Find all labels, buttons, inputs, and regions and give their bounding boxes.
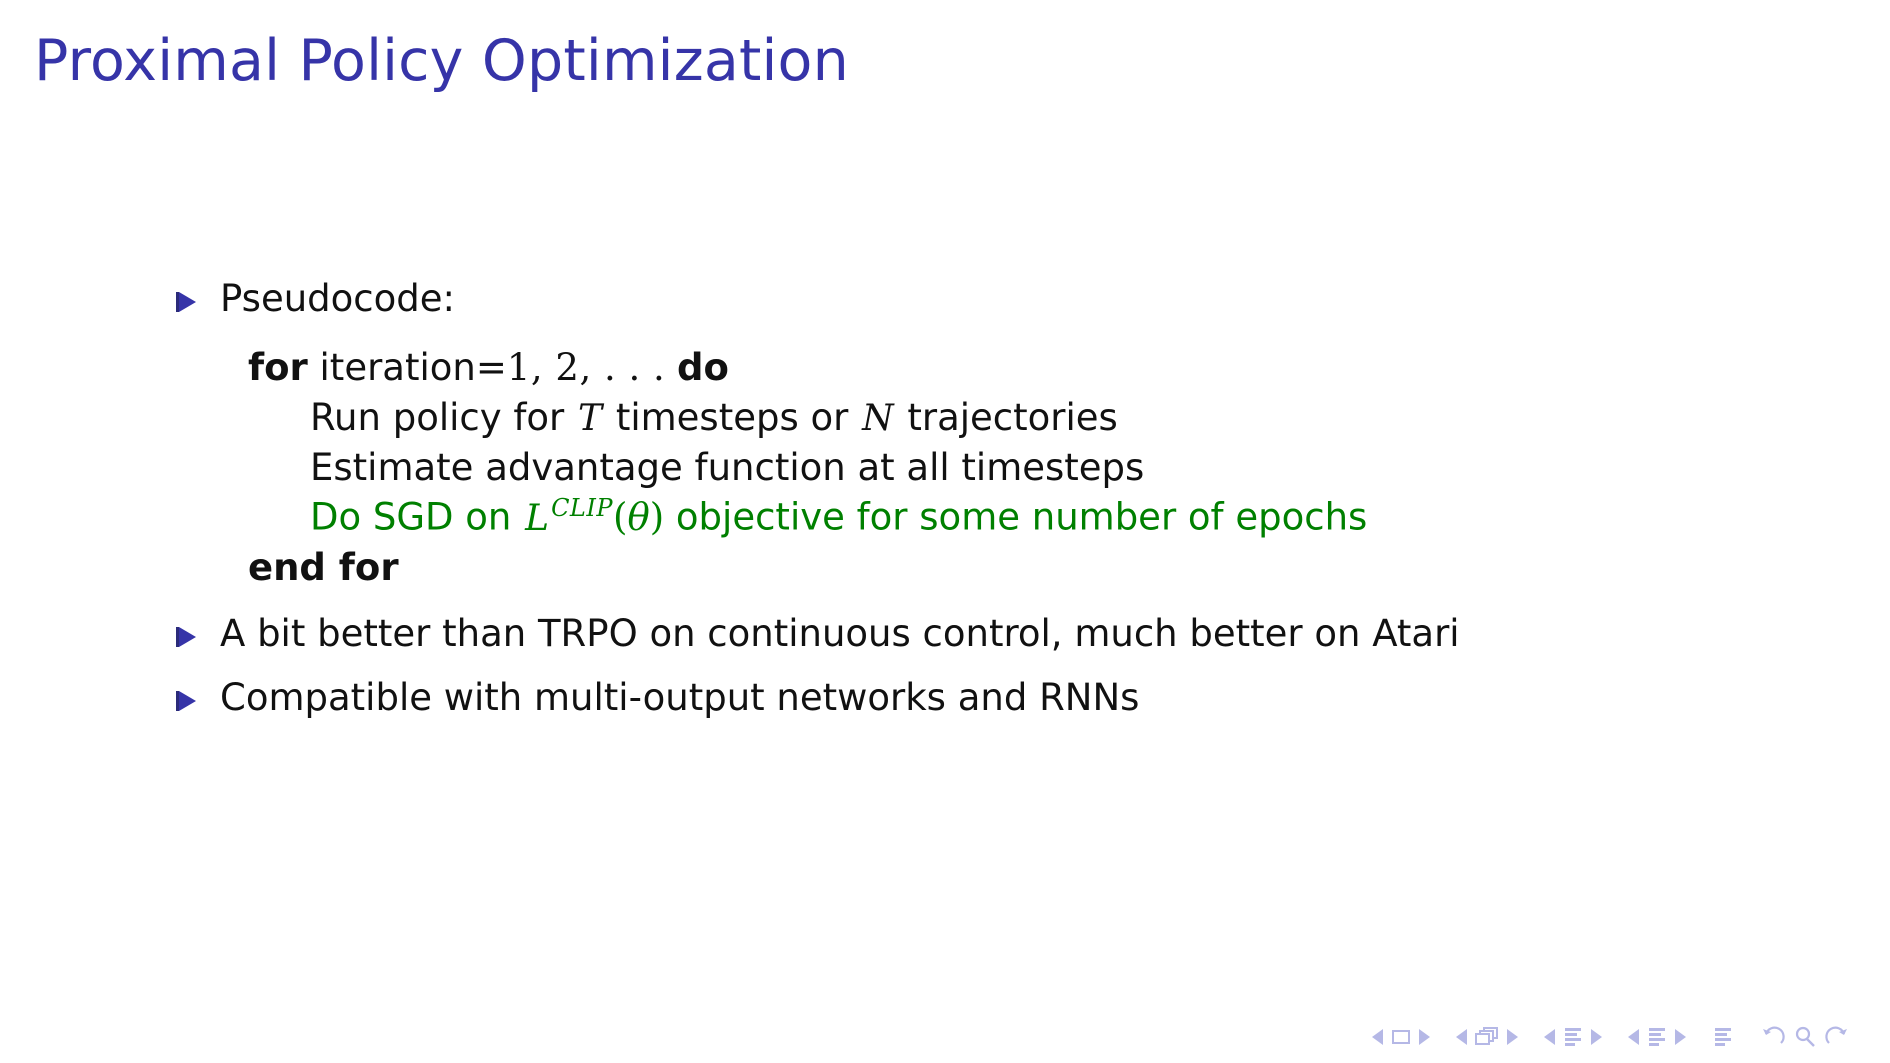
algo-line-estimate-advantage: Estimate advantage function at all times…	[248, 443, 1890, 493]
loss-superscript-clip: CLIP	[551, 494, 613, 523]
section-navigation-group[interactable]	[1628, 1026, 1686, 1048]
next-subsection-icon[interactable]	[1591, 1029, 1602, 1045]
run-policy-middle: timesteps or	[615, 395, 849, 439]
do-sgd-prefix: Do SGD on	[310, 495, 512, 539]
forward-icon[interactable]	[1824, 1025, 1850, 1049]
close-paren: )	[649, 495, 665, 539]
theta-symbol: θ	[627, 495, 650, 539]
keyword-end-for: end for	[248, 545, 399, 589]
search-icon[interactable]	[1793, 1025, 1817, 1049]
list-item-label: Compatible with multi-output networks an…	[220, 675, 1140, 719]
subsection-navigation-group[interactable]	[1544, 1026, 1602, 1048]
list-item-trpo-comparison: A bit better than TRPO on continuous con…	[168, 615, 1890, 652]
frame-navigation-group[interactable]	[1456, 1026, 1518, 1048]
algo-line-do-sgd: Do SGD on LCLIP(θ) objective for some nu…	[248, 492, 1890, 543]
pseudocode-block: for iteration=1, 2, . . . do Run policy …	[248, 343, 1890, 593]
slide-navigation-group[interactable]	[1372, 1027, 1430, 1047]
triangle-bullet-icon	[176, 291, 198, 313]
list-item-pseudocode: Pseudocode:	[168, 280, 1890, 317]
for-condition-math: 1, 2, . . .	[506, 346, 666, 389]
algo-line-for: for iteration=1, 2, . . . do	[248, 343, 1890, 393]
run-policy-suffix: trajectories	[907, 395, 1118, 439]
next-section-icon[interactable]	[1675, 1029, 1686, 1045]
section-icon[interactable]	[1646, 1026, 1668, 1048]
slide-canvas: Proximal Policy Optimization Pseudocode:…	[0, 0, 1890, 1063]
estimate-advantage-text: Estimate advantage function at all times…	[310, 445, 1145, 489]
previous-subsection-icon[interactable]	[1544, 1029, 1555, 1045]
list-item-label: Pseudocode:	[220, 277, 455, 320]
triangle-bullet-icon	[176, 626, 198, 648]
next-frame-icon[interactable]	[1507, 1029, 1518, 1045]
previous-section-icon[interactable]	[1628, 1029, 1639, 1045]
triangle-bullet-icon	[176, 690, 198, 712]
subsection-icon[interactable]	[1562, 1026, 1584, 1048]
do-sgd-suffix: objective for some number of epochs	[675, 495, 1368, 539]
page-title: Proximal Policy Optimization	[34, 28, 849, 94]
frames-icon[interactable]	[1474, 1026, 1500, 1048]
algo-line-run-policy: Run policy for T timesteps or N trajecto…	[248, 393, 1890, 443]
list-item-label: A bit better than TRPO on continuous con…	[220, 611, 1460, 655]
open-paren: (	[613, 495, 628, 539]
list-item-compatibility: Compatible with multi-output networks an…	[168, 679, 1890, 716]
previous-frame-icon[interactable]	[1456, 1029, 1467, 1045]
variable-T: T	[578, 397, 603, 439]
back-icon[interactable]	[1760, 1025, 1786, 1049]
variable-N: N	[862, 397, 894, 439]
algo-line-end-for: end for	[248, 543, 1890, 593]
keyword-for: for	[248, 346, 308, 389]
document-icon[interactable]	[1712, 1026, 1734, 1048]
bullet-list: Pseudocode: for iteration=1, 2, . . . do…	[0, 280, 1890, 716]
next-slide-icon[interactable]	[1419, 1029, 1430, 1045]
slide-body: Pseudocode: for iteration=1, 2, . . . do…	[0, 280, 1890, 716]
run-policy-prefix: Run policy for	[310, 395, 565, 439]
beamer-navigation-bar[interactable]	[1372, 1025, 1850, 1049]
document-group[interactable]	[1712, 1026, 1734, 1048]
slide-icon[interactable]	[1390, 1027, 1412, 1047]
previous-slide-icon[interactable]	[1372, 1029, 1383, 1045]
keyword-do: do	[677, 346, 729, 389]
loss-symbol-L: L	[525, 497, 550, 539]
for-condition-prefix: iteration=	[319, 346, 507, 389]
history-group[interactable]	[1760, 1025, 1850, 1049]
